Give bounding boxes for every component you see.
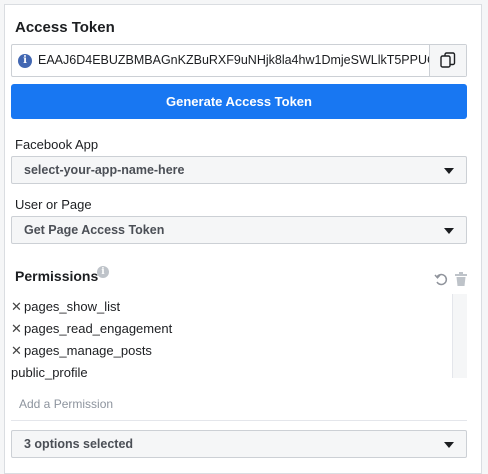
trash-icon[interactable] [455,272,467,289]
user-or-page-selected: Get Page Access Token [24,223,165,237]
permissions-summary: 3 options selected [24,437,134,451]
chevron-down-icon [444,168,454,174]
facebook-app-label: Facebook App [15,137,99,152]
permission-label: public_profile [11,365,88,380]
user-or-page-label: User or Page [15,197,92,212]
permission-item: ✕ pages_show_list [11,299,120,315]
close-icon[interactable]: ✕ [11,321,24,337]
undo-icon[interactable] [434,272,448,289]
permission-item: ✕ pages_read_engagement [11,321,172,337]
permissions-scrollbar[interactable] [452,294,467,378]
chevron-down-icon [444,442,454,448]
copy-icon [440,52,456,68]
facebook-app-select[interactable]: select-your-app-name-here [11,156,467,184]
facebook-app-selected: select-your-app-name-here [24,163,185,177]
info-circle-icon[interactable]: i [97,266,109,278]
close-icon[interactable]: ✕ [11,343,24,359]
generate-access-token-button[interactable]: Generate Access Token [11,84,467,119]
chevron-down-icon [444,228,454,234]
user-or-page-select[interactable]: Get Page Access Token [11,216,467,244]
permissions-title: Permissions [15,268,99,284]
add-permission-input[interactable]: Add a Permission [19,397,113,411]
access-token-field[interactable]: i EAAJ6D4EBUZBMBAGnKZBuRXF9uNHjk8la4hw1D… [11,44,467,77]
divider [11,420,467,421]
permission-label: pages_show_list [24,299,121,314]
permission-item: ✕ pages_manage_posts [11,343,152,359]
access-token-value[interactable]: EAAJ6D4EBUZBMBAGnKZBuRXF9uNHjk8la4hw1Dmj… [38,53,430,67]
permission-item: public_profile [11,365,88,380]
access-token-title: Access Token [15,19,115,36]
close-icon[interactable]: ✕ [11,299,24,315]
permission-label: pages_read_engagement [24,321,173,336]
copy-token-button[interactable] [429,45,466,76]
permissions-select[interactable]: 3 options selected [11,430,467,458]
permission-label: pages_manage_posts [24,343,152,358]
info-circle-icon: i [18,54,32,68]
